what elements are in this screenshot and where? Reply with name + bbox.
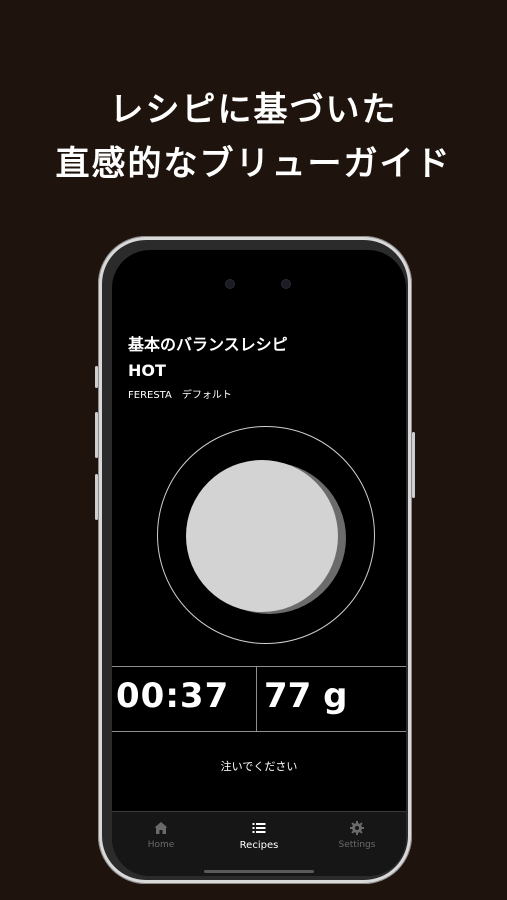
tab-settings-label: Settings — [338, 840, 376, 850]
power-button — [412, 432, 415, 498]
divider-vertical — [256, 666, 257, 731]
tab-recipes[interactable]: Recipes — [210, 820, 308, 851]
recipe-name: 基本のバランスレシピ — [128, 335, 288, 354]
elapsed-timer: 00:37 — [116, 676, 230, 716]
camera-dot-right — [282, 280, 290, 288]
home-icon — [154, 822, 168, 834]
tab-recipes-label: Recipes — [239, 840, 279, 851]
divider-top — [112, 666, 406, 667]
recipe-title: 基本のバランスレシピ HOT — [128, 332, 288, 384]
headline-line-1: レシピに基づいた — [109, 90, 398, 130]
phone-frame: 基本のバランスレシピ HOT FERESTA デフォルト 00:37 77 g … — [95, 236, 415, 884]
water-weight: 77 g — [264, 676, 348, 716]
phone-bezel: 基本のバランスレシピ HOT FERESTA デフォルト 00:37 77 g … — [102, 240, 408, 880]
tab-settings[interactable]: Settings — [308, 820, 406, 850]
tab-home[interactable]: Home — [112, 820, 210, 850]
tab-home-label: Home — [147, 840, 175, 850]
action-button — [95, 366, 98, 388]
gear-icon — [350, 821, 364, 835]
promo-page: レシピに基づいた 直感的なブリューガイド 基本のバランスレシピ HOT FERE… — [0, 0, 507, 900]
recipe-temperature: HOT — [128, 361, 166, 380]
recipe-subtitle: FERESTA デフォルト — [128, 390, 232, 401]
volume-up-button — [95, 412, 98, 458]
volume-down-button — [95, 474, 98, 520]
pour-disc[interactable] — [186, 460, 338, 612]
headline-line-2: 直感的なブリューガイド — [55, 144, 452, 184]
pour-instruction: 注いでください — [220, 760, 298, 773]
phone-screen: 基本のバランスレシピ HOT FERESTA デフォルト 00:37 77 g … — [112, 250, 406, 876]
camera-dot-left — [226, 280, 234, 288]
tab-bar: Home Recipes Settings — [112, 812, 406, 876]
list-icon — [252, 823, 266, 833]
divider-bottom — [112, 731, 406, 732]
dynamic-island — [220, 272, 298, 296]
home-indicator — [204, 870, 314, 873]
